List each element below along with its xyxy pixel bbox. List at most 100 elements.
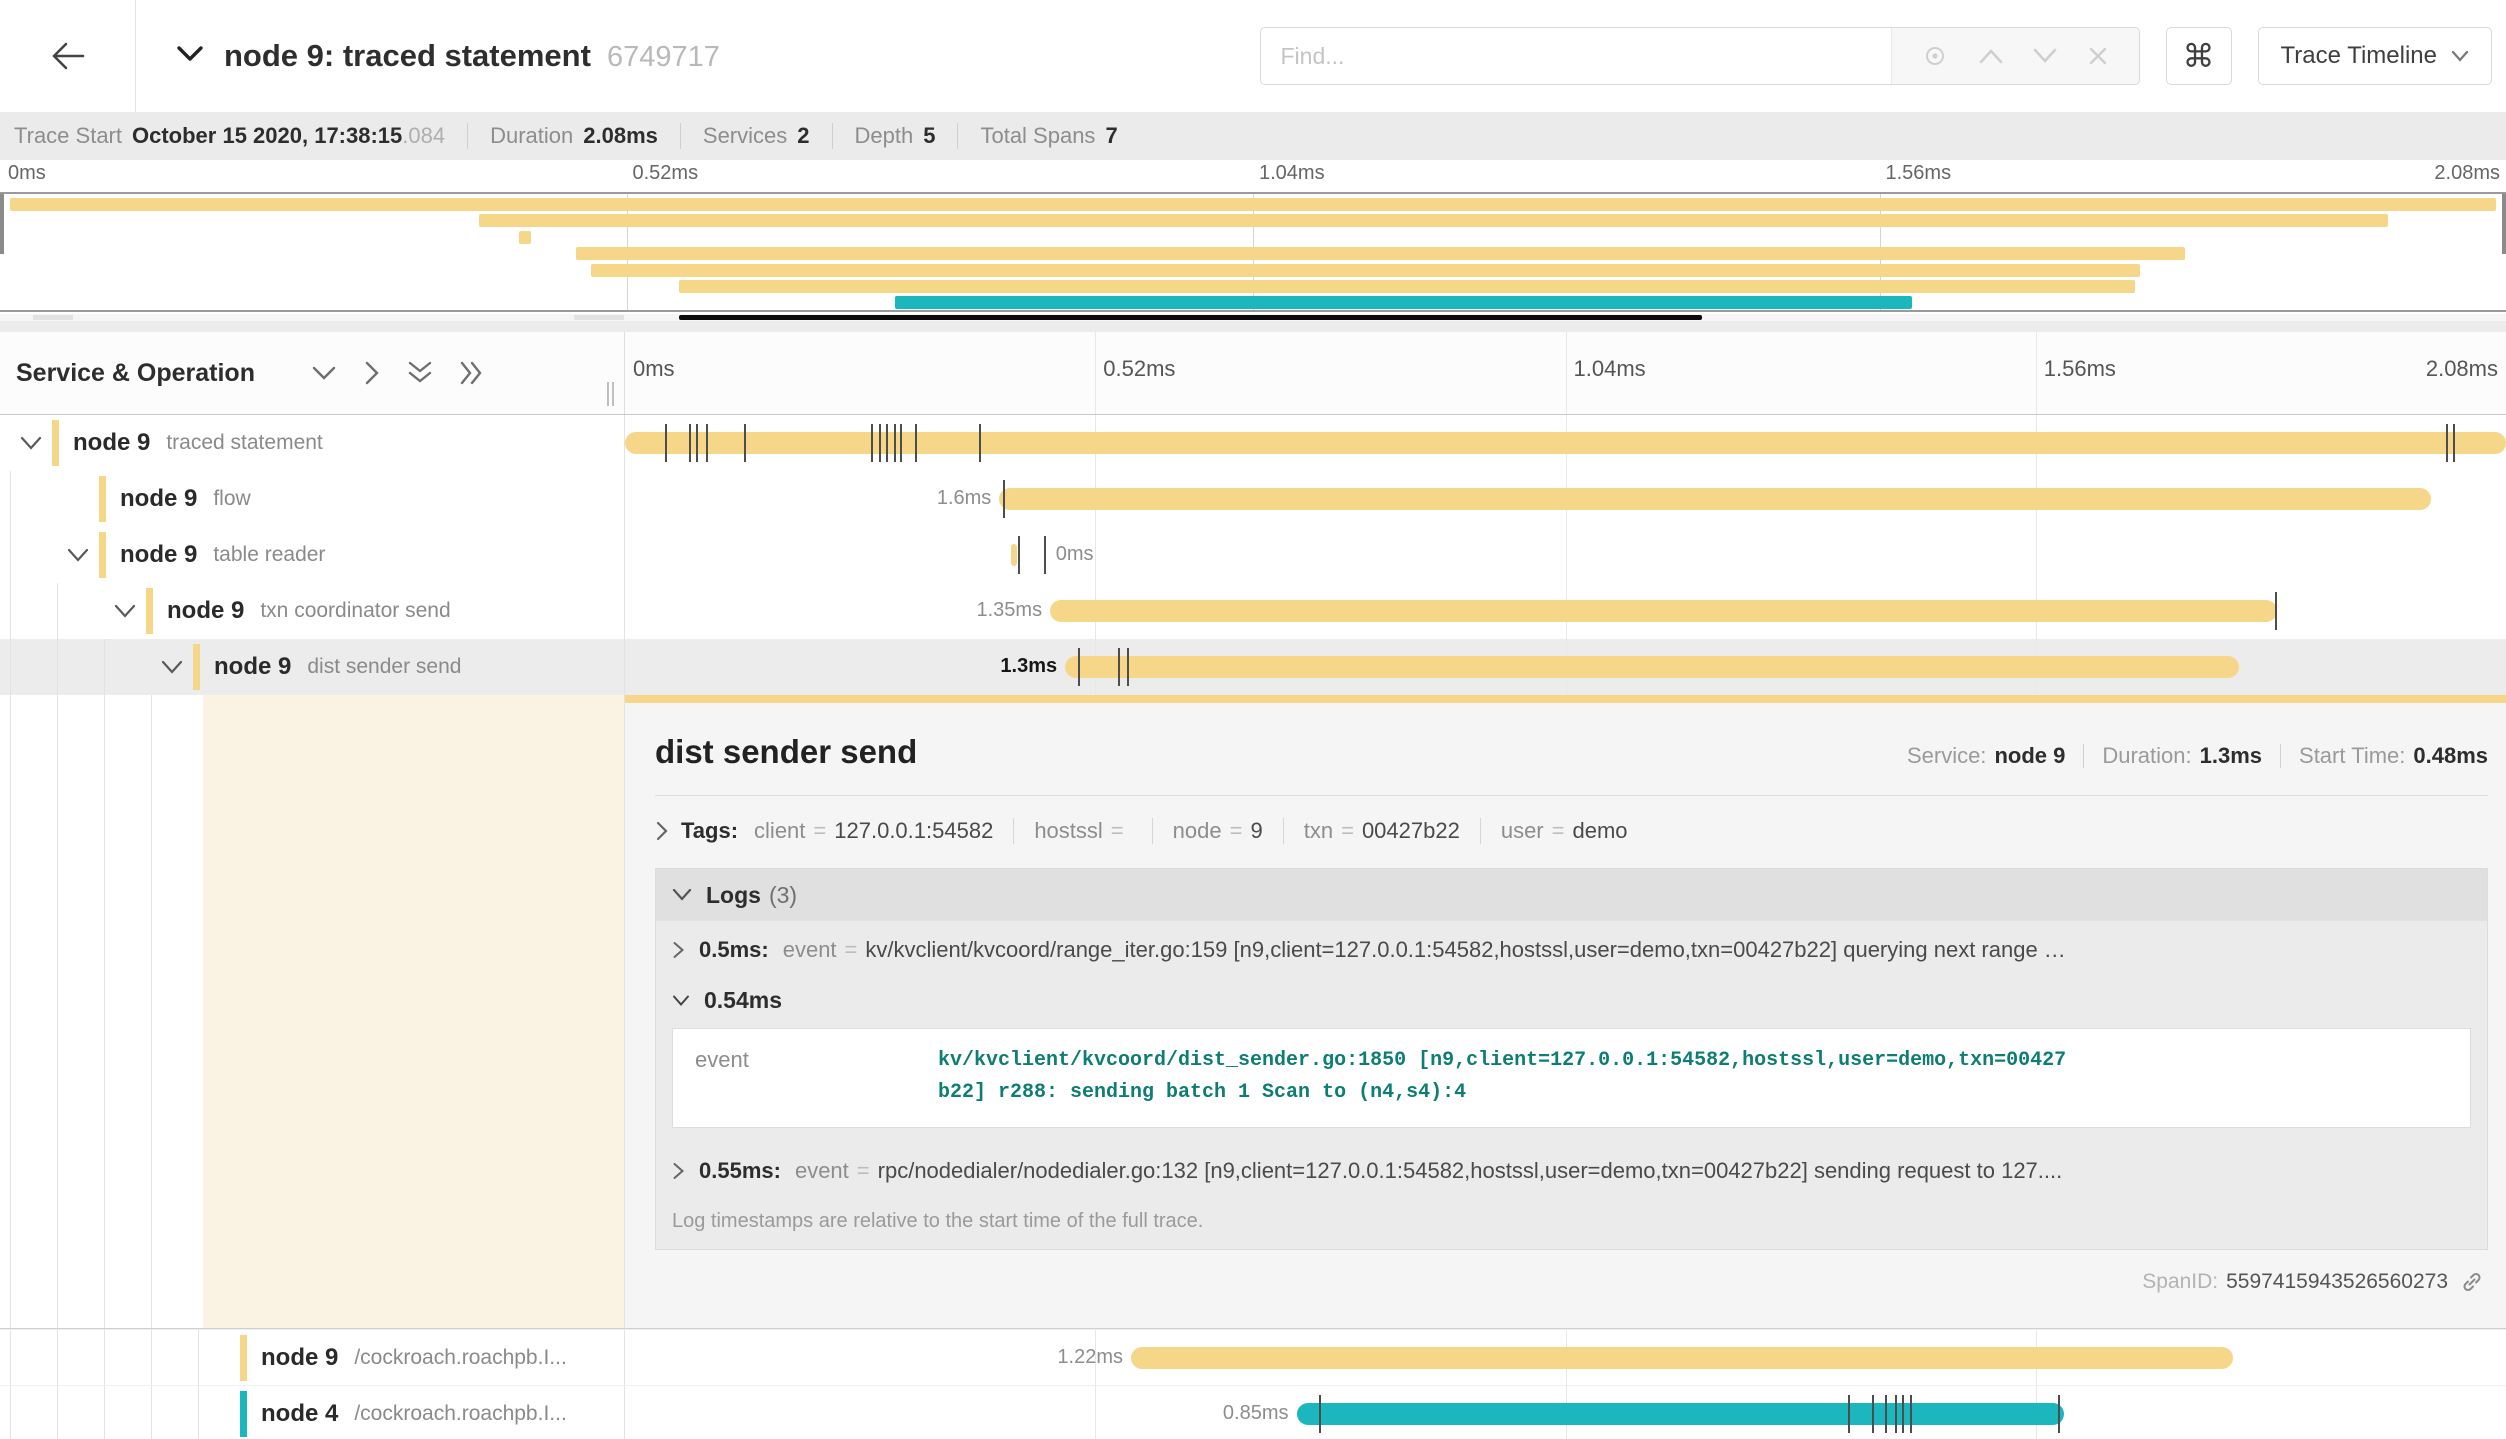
trace-view-selector[interactable]: Trace Timeline — [2258, 27, 2493, 85]
span-row-name-cell[interactable]: node 9flow — [0, 471, 625, 527]
span-bar[interactable] — [1297, 1403, 2064, 1425]
log-marker-tick — [2275, 592, 2277, 630]
trace-summary-bar: Trace Start October 15 2020, 17:38:15 .0… — [0, 112, 2506, 160]
timeline-tick-label: 2.08ms — [2426, 356, 2498, 382]
minimap-span-bar — [576, 247, 2185, 260]
chevron-right-icon — [655, 821, 669, 841]
span-row-name-cell[interactable]: node 9traced statement — [0, 415, 625, 471]
log-marker-tick — [696, 424, 698, 462]
find-prev-icon[interactable] — [1979, 48, 2003, 64]
span-row-timeline[interactable]: 1.35ms — [625, 583, 2506, 639]
expand-all-icon[interactable] — [459, 360, 485, 386]
minimap-tick-label: 0ms — [8, 162, 46, 185]
back-button[interactable] — [0, 0, 136, 112]
log-marker-tick — [900, 424, 902, 462]
span-collapse-chevron-icon[interactable] — [65, 548, 91, 563]
log-entry-collapsed[interactable]: 0.55ms:event=rpc/nodedialer/nodedialer.g… — [656, 1142, 2487, 1200]
tags-row[interactable]: Tags: client=127.0.0.1:54582hostssl=node… — [655, 818, 2488, 844]
span-bar[interactable] — [625, 432, 2506, 454]
span-row-timeline[interactable]: 0ms — [625, 527, 2506, 583]
logs-header[interactable]: Logs (3) — [656, 869, 2487, 921]
locate-icon[interactable] — [1922, 43, 1948, 69]
find-next-icon[interactable] — [2033, 48, 2057, 64]
expand-one-icon[interactable] — [363, 360, 381, 386]
timeline-gridline — [1095, 1386, 1096, 1439]
trace-services: Services 2 — [703, 123, 810, 149]
span-row-timeline[interactable]: 1.6ms — [625, 471, 2506, 527]
span-row-name-cell[interactable]: node 9txn coordinator send — [0, 583, 625, 639]
span-id-row: SpanID: 5597415943526560273 — [655, 1270, 2488, 1294]
span-id-value: 5597415943526560273 — [2226, 1270, 2448, 1294]
log-field-value: kv/kvclient/kvcoord/dist_sender.go:1850 … — [938, 1029, 2098, 1127]
scrollbar-segment — [33, 315, 73, 320]
deep-link-icon[interactable] — [2460, 1270, 2484, 1294]
log-marker-tick — [2453, 424, 2455, 462]
span-row-timeline[interactable] — [625, 415, 2506, 471]
log-marker-tick — [1848, 1395, 1850, 1433]
span-bar[interactable] — [1065, 656, 2239, 678]
span-row[interactable]: node 9traced statement — [0, 415, 2506, 471]
span-collapse-chevron-icon[interactable] — [159, 660, 185, 675]
span-collapse-chevron-icon[interactable] — [18, 436, 44, 451]
minimap-left-scrubber[interactable] — [0, 194, 4, 254]
log-marker-tick — [1044, 536, 1046, 574]
log-marker-tick — [879, 424, 881, 462]
span-row-timeline[interactable]: 0.85ms — [625, 1386, 2506, 1439]
scrollbar-thumb[interactable] — [679, 315, 1701, 320]
minimap-tick-labels: 0ms0.52ms1.04ms1.56ms2.08ms — [0, 160, 2506, 192]
trace-depth: Depth 5 — [855, 123, 936, 149]
span-bar[interactable] — [1131, 1347, 2233, 1369]
column-resizer-handle[interactable] — [604, 382, 614, 406]
timeline-gridline — [2036, 527, 2037, 583]
find-clear-icon[interactable] — [2088, 46, 2108, 66]
trace-minimap[interactable] — [0, 192, 2506, 312]
indent-guide — [10, 639, 11, 695]
span-row-name-cell[interactable]: node 9/cockroach.roachpb.I... — [0, 1330, 625, 1385]
span-row[interactable]: node 9dist sender send1.3ms — [0, 639, 2506, 695]
span-row[interactable]: node 9table reader0ms — [0, 527, 2506, 583]
indent-guide — [198, 1386, 199, 1439]
span-row[interactable]: node 9txn coordinator send1.35ms — [0, 583, 2506, 639]
timeline-tick-label: 0.52ms — [1103, 356, 1175, 382]
logs-section: Logs (3) 0.5ms:event=kv/kvclient/kvcoord… — [655, 868, 2488, 1250]
span-detail-left-gutter — [0, 695, 625, 1328]
tag-item: user=demo — [1501, 818, 1628, 844]
keyboard-shortcuts-button[interactable]: ⌘ — [2166, 27, 2232, 85]
span-bar[interactable] — [1050, 600, 2276, 622]
span-row[interactable]: node 9flow1.6ms — [0, 471, 2506, 527]
span-row-timeline[interactable]: 1.22ms — [625, 1330, 2506, 1385]
collapse-all-icon[interactable] — [407, 360, 433, 386]
log-marker-tick — [1895, 1395, 1897, 1433]
indent-guide — [10, 1330, 11, 1385]
log-entry-collapsed[interactable]: 0.5ms:event=kv/kvclient/kvcoord/range_it… — [656, 921, 2487, 979]
log-entry-expanded-header[interactable]: 0.54ms — [656, 979, 2487, 1020]
span-row-name-cell[interactable]: node 9dist sender send — [0, 639, 625, 695]
service-name: node 9 — [167, 597, 244, 625]
span-detail-meta: Service:node 9 Duration:1.3ms Start Time… — [1907, 743, 2488, 769]
collapse-one-icon[interactable] — [311, 364, 337, 382]
span-row[interactable]: node 4/cockroach.roachpb.I...0.85ms — [0, 1385, 2506, 1439]
span-bar[interactable] — [999, 488, 2430, 510]
timeline-gridline — [1566, 332, 1567, 414]
minimap-tick-label: 1.04ms — [1259, 162, 1325, 185]
span-row-name-cell[interactable]: node 9table reader — [0, 527, 625, 583]
timeline-tick-label: 0ms — [633, 356, 675, 382]
span-row-name-cell[interactable]: node 4/cockroach.roachpb.I... — [0, 1386, 625, 1439]
indent-guide — [10, 583, 11, 639]
find-input[interactable] — [1261, 28, 1891, 84]
trace-title-group: node 9: traced statement 6749717 — [176, 38, 720, 74]
span-color-swatch — [99, 532, 106, 578]
log-marker-tick — [1872, 1395, 1874, 1433]
service-name: node 9 — [120, 485, 197, 513]
span-row-timeline[interactable]: 1.3ms — [625, 639, 2506, 695]
tag-item: client=127.0.0.1:54582 — [754, 818, 993, 844]
span-collapse-chevron-icon[interactable] — [112, 604, 138, 619]
operation-name: table reader — [213, 543, 325, 567]
span-row[interactable]: node 9/cockroach.roachpb.I...1.22ms — [0, 1329, 2506, 1385]
log-marker-tick — [2058, 1395, 2060, 1433]
page-title: node 9: traced statement — [224, 38, 591, 74]
indent-guide — [198, 1330, 199, 1385]
minimap-right-scrubber[interactable] — [2502, 194, 2506, 254]
collapse-trace-chevron-icon[interactable] — [176, 44, 204, 69]
span-bar[interactable] — [1011, 544, 1018, 566]
